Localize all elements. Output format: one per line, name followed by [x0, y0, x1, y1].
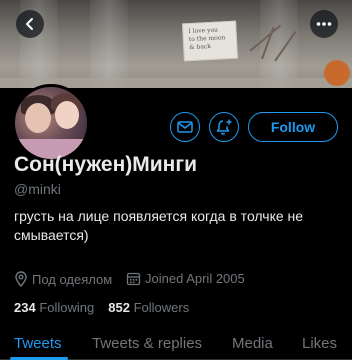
tab-likes[interactable]: Likes: [302, 335, 337, 352]
arrow-left-icon: [26, 18, 33, 30]
display-name: Сон(нужен)Минги: [14, 153, 198, 176]
banner-curtain: [90, 0, 128, 88]
profile-bio: грусть на лице появляется когда в толчке…: [14, 208, 304, 243]
avatar-face: [25, 103, 51, 133]
following-link[interactable]: 234 Following: [14, 300, 94, 315]
notifications-button[interactable]: [209, 112, 239, 142]
location-info: Под одеялом: [14, 271, 112, 287]
following-count: 234: [14, 300, 36, 315]
profile-avatar[interactable]: [12, 84, 90, 162]
followers-count: 852: [108, 300, 130, 315]
tab-media[interactable]: Media: [232, 335, 273, 352]
followers-label: Followers: [133, 300, 190, 315]
following-label: Following: [39, 300, 95, 315]
follow-button[interactable]: Follow: [248, 112, 338, 142]
banner-note-card: I love you to the moon & back: [182, 20, 238, 62]
tab-tweets-replies[interactable]: Tweets & replies: [92, 335, 202, 352]
back-button[interactable]: [16, 10, 44, 38]
message-button[interactable]: [170, 112, 200, 142]
location-text: Под одеялом: [32, 271, 113, 287]
bell-plus-icon: [216, 119, 232, 135]
joined-info: Joined April 2005: [126, 271, 245, 286]
location-pin-icon: [15, 271, 27, 287]
avatar-face: [55, 101, 79, 129]
more-options-button[interactable]: [310, 10, 338, 38]
more-horizontal-icon: [316, 22, 332, 26]
banner-vase: [324, 60, 350, 86]
followers-link[interactable]: 852 Followers: [108, 300, 189, 315]
follow-counts: 234 Following 852 Followers: [14, 300, 189, 315]
user-handle: @minki: [14, 181, 61, 197]
mail-icon: [177, 121, 193, 133]
tab-tweets[interactable]: Tweets: [14, 335, 62, 352]
profile-banner[interactable]: I love you to the moon & back: [0, 0, 352, 88]
joined-text: Joined April 2005: [145, 271, 245, 286]
banner-note-line: & back: [189, 42, 212, 52]
calendar-icon: [126, 272, 141, 286]
profile-tabs: Tweets Tweets & replies Media Likes: [0, 328, 352, 360]
